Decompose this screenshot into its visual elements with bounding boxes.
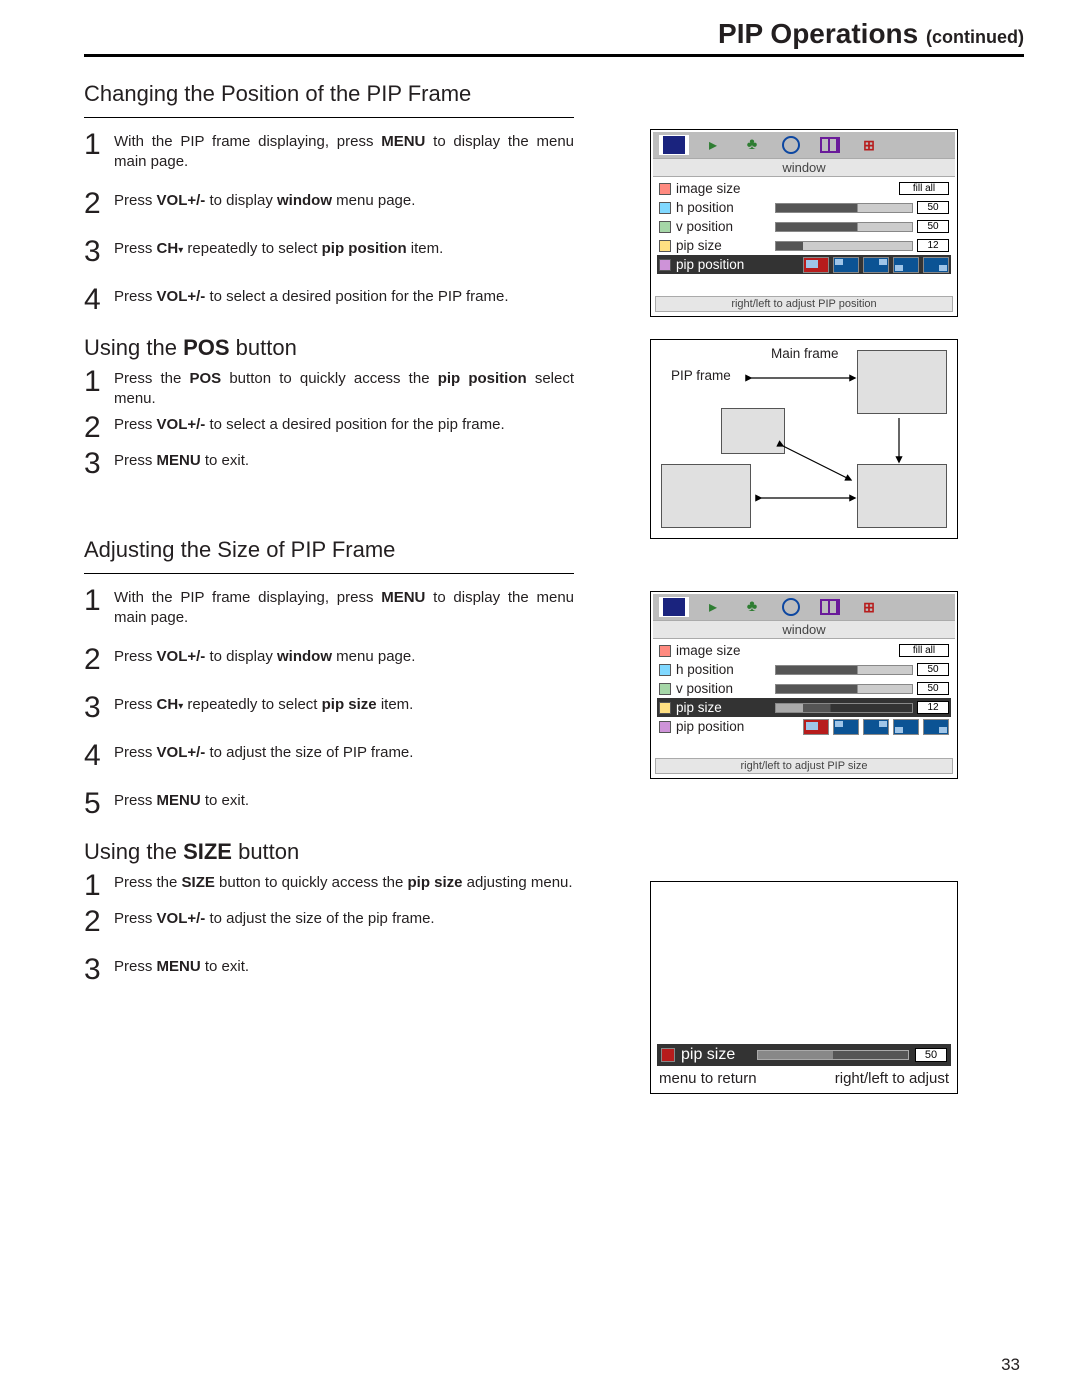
step-number: 1 bbox=[84, 130, 100, 160]
osd-tabs: ▸ ♣ ⊞ bbox=[653, 132, 955, 158]
pip-position-diagram: Main frame PIP frame bbox=[650, 339, 958, 539]
step-number: 2 bbox=[84, 189, 100, 219]
title-continued: (continued) bbox=[926, 27, 1024, 47]
pip-size-adjust-panel: pip size 50 menu to return right/left to… bbox=[650, 881, 958, 1094]
heading-pos-button: Using the POS button bbox=[84, 335, 574, 361]
tab-feature-icon: ♣ bbox=[737, 135, 767, 155]
tab-picture-icon bbox=[659, 135, 689, 155]
osd-window-menu-size: ▸ ♣ ⊞ window image sizefill all h positi… bbox=[650, 591, 958, 779]
hint-menu-return: menu to return bbox=[659, 1070, 757, 1087]
pip-position-thumbnails bbox=[771, 257, 949, 273]
tab-feature-icon: ♣ bbox=[737, 597, 767, 617]
hint-right-left-adjust: right/left to adjust bbox=[835, 1070, 949, 1087]
heading-adjust-pip-size: Adjusting the Size of PIP Frame bbox=[84, 537, 574, 563]
heading-change-pip-position: Changing the Position of the PIP Frame bbox=[84, 81, 574, 107]
osd-window-menu-position: ▸ ♣ ⊞ window image sizefill all h positi… bbox=[650, 129, 958, 317]
step-number: 3 bbox=[84, 237, 100, 267]
divider bbox=[84, 573, 574, 574]
osd-title: window bbox=[653, 158, 955, 177]
steps-adjust-pip-size: 1 With the PIP frame displaying, press M… bbox=[84, 588, 574, 821]
osd-hint: right/left to adjust PIP position bbox=[655, 296, 953, 312]
tab-sound-icon: ▸ bbox=[698, 135, 728, 155]
pip-size-icon bbox=[661, 1048, 675, 1062]
tab-sound-icon: ▸ bbox=[698, 597, 728, 617]
tab-picture-icon bbox=[659, 597, 689, 617]
divider bbox=[84, 117, 574, 118]
pip-size-slider bbox=[757, 1050, 909, 1060]
tab-window-icon bbox=[815, 135, 845, 155]
page-title: PIP Operations (continued) bbox=[84, 18, 1024, 57]
tab-window-icon bbox=[815, 597, 845, 617]
tab-setup-icon: ⊞ bbox=[854, 135, 884, 155]
heading-size-button: Using the SIZE button bbox=[84, 839, 574, 865]
step-number: 4 bbox=[84, 285, 100, 315]
steps-size-button: 1 Press the SIZE button to quickly acces… bbox=[84, 873, 574, 987]
steps-pos-button: 1 Press the POS button to quickly access… bbox=[84, 369, 574, 482]
title-main: PIP Operations bbox=[718, 18, 918, 49]
tab-globe-icon bbox=[776, 597, 806, 617]
page-number: 33 bbox=[1001, 1355, 1020, 1375]
tab-setup-icon: ⊞ bbox=[854, 597, 884, 617]
steps-change-pip-position: 1 With the PIP frame displaying, press M… bbox=[84, 132, 574, 317]
tab-globe-icon bbox=[776, 135, 806, 155]
